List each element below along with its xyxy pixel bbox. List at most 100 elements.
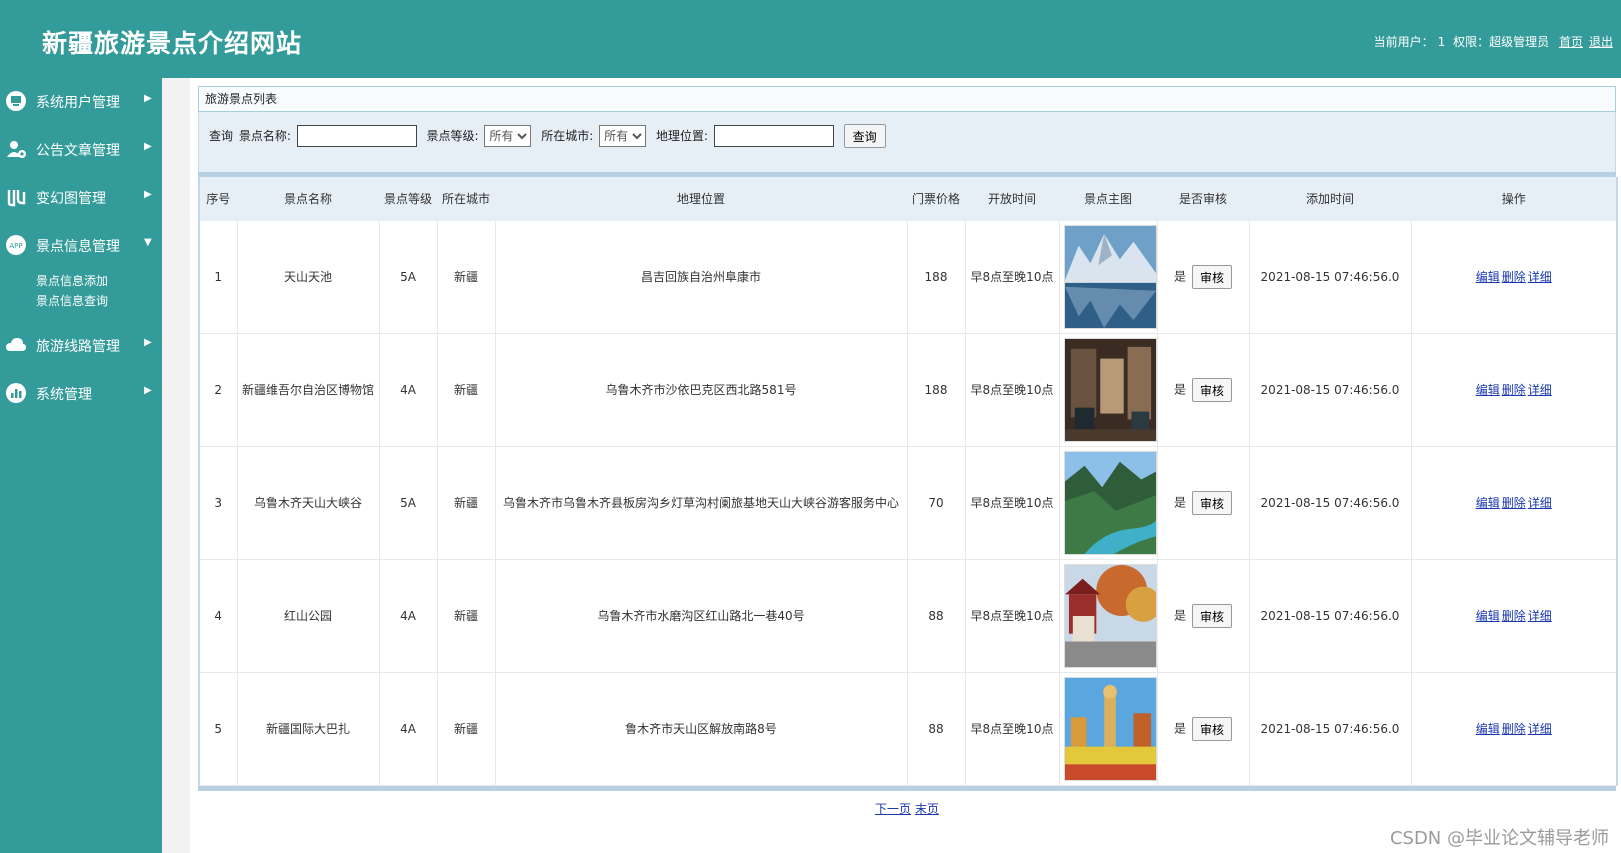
- sidebar-subitem-scenic-query[interactable]: 景点信息查询: [36, 292, 108, 309]
- cell-audited: 是审核: [1156, 672, 1250, 786]
- table-row: 1 天山天池 5A 新疆 昌吉回族自治州阜康市 188 早8点至晚10点 是审核…: [198, 220, 1618, 334]
- edit-link[interactable]: 编辑: [1476, 383, 1500, 397]
- audit-button[interactable]: 审核: [1192, 717, 1233, 741]
- sidebar-item-route-management[interactable]: 旅游线路管理 ▶: [0, 330, 162, 360]
- delete-link[interactable]: 删除: [1502, 270, 1526, 284]
- logout-link[interactable]: 退出: [1589, 35, 1613, 49]
- svg-text:APP: APP: [9, 242, 22, 250]
- sidebar-subitem-scenic-add[interactable]: 景点信息添加: [36, 272, 108, 289]
- col-header-price: 门票价格: [906, 177, 966, 221]
- city-label: 所在城市:: [541, 128, 594, 143]
- chevron-right-icon: ▶: [144, 189, 152, 200]
- audited-value: 是: [1173, 382, 1186, 397]
- cell-level: 4A: [378, 559, 438, 673]
- sidebar-item-label: 系统管理: [36, 387, 92, 403]
- user-gear-icon: [7, 141, 26, 158]
- cell-city: 新疆: [436, 333, 496, 447]
- audited-value: 是: [1173, 721, 1186, 736]
- location-input[interactable]: [713, 125, 834, 147]
- location-label: 地理位置:: [655, 128, 708, 143]
- edit-link[interactable]: 编辑: [1476, 496, 1500, 510]
- scenic-thumbnail-museum-interior[interactable]: [1063, 338, 1157, 442]
- cell-location: 乌鲁木齐市乌鲁木齐县板房沟乡灯草沟村阑旅基地天山大峡谷游客服务中心: [494, 446, 908, 560]
- audit-button[interactable]: 审核: [1192, 491, 1233, 515]
- cell-audited: 是审核: [1156, 446, 1250, 560]
- audit-button[interactable]: 审核: [1192, 265, 1233, 289]
- query-bar: 查询 景点名称: 景点等级: 所有 所在城市: 所有 地理位置: 查询: [198, 112, 1616, 172]
- edit-link[interactable]: 编辑: [1476, 270, 1500, 284]
- next-page-link[interactable]: 下一页: [875, 802, 911, 816]
- col-header-image: 景点主图: [1058, 177, 1158, 221]
- sidebar: 系统用户管理 ▶ 公告文章管理 ▶ 变幻图管理 ▶ APP 景点信息管理 ▼ 景…: [0, 78, 162, 853]
- cell-audited: 是审核: [1156, 220, 1250, 334]
- last-page-link[interactable]: 末页: [915, 802, 939, 816]
- cell-actions: 编辑 删除 详细: [1410, 220, 1618, 334]
- table-row: 2 新疆维吾尔自治区博物馆 4A 新疆 乌鲁木齐市沙依巴克区西北路581号 18…: [198, 333, 1618, 447]
- sidebar-gutter: [162, 78, 190, 853]
- watermark: CSDN @毕业论文辅导老师: [1389, 828, 1609, 849]
- cell-level: 4A: [378, 333, 438, 447]
- cell-actions: 编辑 删除 详细: [1410, 559, 1618, 673]
- sidebar-item-article-management[interactable]: 公告文章管理 ▶: [0, 134, 162, 164]
- app-icon: APP: [6, 235, 26, 255]
- sidebar-item-banner-management[interactable]: 变幻图管理 ▶: [0, 182, 162, 212]
- current-user-value: 1: [1437, 35, 1446, 49]
- city-select[interactable]: 所有: [599, 125, 647, 147]
- level-select[interactable]: 所有: [484, 125, 532, 147]
- scenic-thumbnail-bazaar-tower[interactable]: [1063, 677, 1157, 781]
- cell-image: [1058, 446, 1158, 560]
- detail-link[interactable]: 详细: [1528, 383, 1552, 397]
- divider: [198, 786, 1616, 791]
- detail-link[interactable]: 详细: [1528, 722, 1552, 736]
- cloud-icon: [6, 338, 26, 351]
- level-label: 景点等级:: [426, 128, 479, 143]
- delete-link[interactable]: 删除: [1502, 722, 1526, 736]
- scenic-thumbnail-valley-river[interactable]: [1063, 451, 1157, 555]
- audited-value: 是: [1173, 495, 1186, 510]
- cell-price: 88: [906, 672, 966, 786]
- pagination: 下一页 末页: [198, 800, 1616, 817]
- table-header-row: 序号 景点名称 景点等级 所在城市 地理位置 门票价格 开放时间 景点主图 是否…: [198, 177, 1618, 221]
- edit-link[interactable]: 编辑: [1476, 609, 1500, 623]
- cell-price: 70: [906, 446, 966, 560]
- detail-link[interactable]: 详细: [1528, 270, 1552, 284]
- delete-link[interactable]: 删除: [1502, 496, 1526, 510]
- cell-added: 2021-08-15 07:46:56.0: [1248, 672, 1412, 786]
- delete-link[interactable]: 删除: [1502, 383, 1526, 397]
- sidebar-item-user-management[interactable]: 系统用户管理 ▶: [0, 86, 162, 116]
- home-link[interactable]: 首页: [1559, 35, 1583, 49]
- cell-actions: 编辑 删除 详细: [1410, 446, 1618, 560]
- edit-link[interactable]: 编辑: [1476, 722, 1500, 736]
- cell-price: 188: [906, 333, 966, 447]
- cell-hours: 早8点至晚10点: [964, 220, 1060, 334]
- audit-button[interactable]: 审核: [1192, 604, 1233, 628]
- detail-link[interactable]: 详细: [1528, 496, 1552, 510]
- user-info-bar: 当前用户： 1 权限：超级管理员 首页 退出: [1370, 33, 1613, 50]
- detail-link[interactable]: 详细: [1528, 609, 1552, 623]
- chart-icon: [6, 383, 26, 403]
- cell-name: 新疆维吾尔自治区博物馆: [236, 333, 380, 447]
- sidebar-item-scenic-management[interactable]: APP 景点信息管理 ▼: [0, 230, 162, 260]
- cell-name: 天山天池: [236, 220, 380, 334]
- main-content: 旅游景点列表 查询 景点名称: 景点等级: 所有 所在城市: 所有 地理位置: …: [198, 86, 1618, 791]
- query-button[interactable]: 查询: [843, 124, 886, 148]
- sidebar-item-label: 景点信息管理: [36, 239, 120, 255]
- sidebar-item-label: 系统用户管理: [36, 95, 120, 111]
- cell-image: [1058, 672, 1158, 786]
- chevron-right-icon: ▶: [144, 337, 152, 348]
- monitor-icon: [6, 91, 26, 111]
- cell-no: 1: [198, 220, 238, 334]
- role-label: 权限：: [1453, 35, 1490, 49]
- scenic-name-input[interactable]: [296, 125, 417, 147]
- col-header-city: 所在城市: [436, 177, 496, 221]
- delete-link[interactable]: 删除: [1502, 609, 1526, 623]
- cell-location: 昌吉回族自治州阜康市: [494, 220, 908, 334]
- audit-button[interactable]: 审核: [1192, 378, 1233, 402]
- scenic-thumbnail-park-autumn[interactable]: [1063, 564, 1157, 668]
- sidebar-item-system-management[interactable]: 系统管理 ▶: [0, 378, 162, 408]
- cell-name: 新疆国际大巴扎: [236, 672, 380, 786]
- cell-added: 2021-08-15 07:46:56.0: [1248, 333, 1412, 447]
- table-row: 3 乌鲁木齐天山大峡谷 5A 新疆 乌鲁木齐市乌鲁木齐县板房沟乡灯草沟村阑旅基地…: [198, 446, 1618, 560]
- scenic-thumbnail-snow-mountain-lake[interactable]: [1063, 225, 1157, 329]
- cell-location: 鲁木齐市天山区解放南路8号: [494, 672, 908, 786]
